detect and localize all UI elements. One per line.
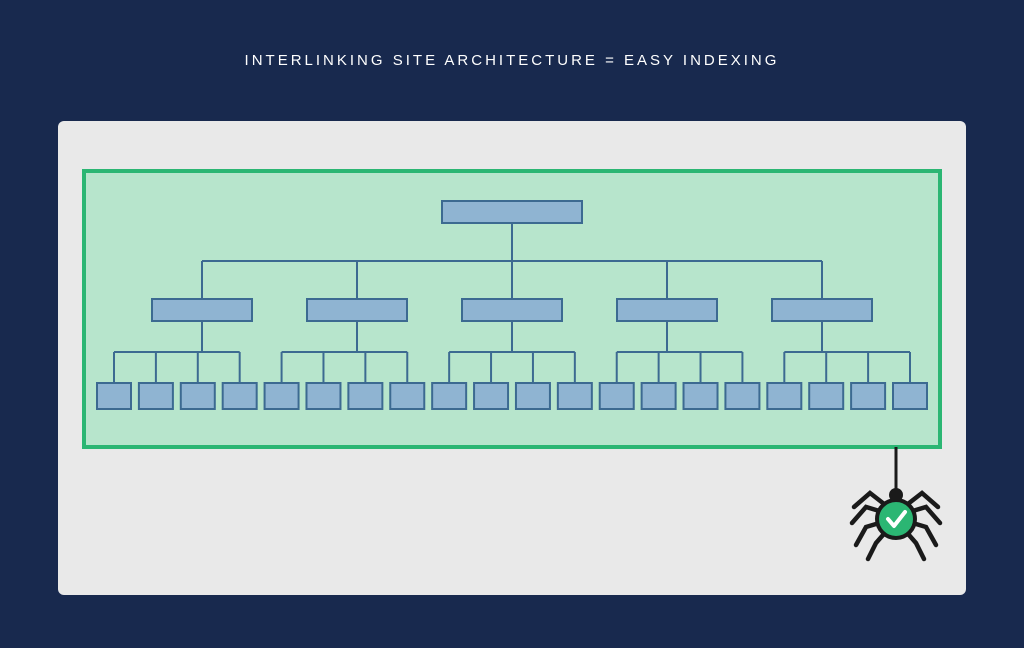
tree-node xyxy=(306,383,340,409)
tree-node xyxy=(809,383,843,409)
site-tree xyxy=(86,173,938,445)
diagram-panel xyxy=(58,121,966,595)
tree-node xyxy=(307,299,407,321)
tree-node xyxy=(432,383,466,409)
tree-node xyxy=(139,383,173,409)
tree-node xyxy=(97,383,131,409)
tree-node xyxy=(617,299,717,321)
tree-node xyxy=(223,383,257,409)
tree-node xyxy=(442,201,582,223)
tree-node xyxy=(474,383,508,409)
tree-node xyxy=(642,383,676,409)
tree-node xyxy=(152,299,252,321)
tree-node xyxy=(348,383,382,409)
tree-node xyxy=(767,383,801,409)
tree-node xyxy=(893,383,927,409)
tree-node xyxy=(390,383,424,409)
tree-node xyxy=(265,383,299,409)
tree-node xyxy=(558,383,592,409)
diagram-title: INTERLINKING SITE ARCHITECTURE = EASY IN… xyxy=(0,52,1024,69)
tree-node xyxy=(181,383,215,409)
tree-node xyxy=(725,383,759,409)
tree-node xyxy=(600,383,634,409)
tree-node xyxy=(516,383,550,409)
tree-node xyxy=(772,299,872,321)
tree-node xyxy=(684,383,718,409)
tree-node xyxy=(462,299,562,321)
tree-node xyxy=(851,383,885,409)
highlight-box xyxy=(82,169,942,449)
crawler-spider-icon xyxy=(846,447,946,567)
